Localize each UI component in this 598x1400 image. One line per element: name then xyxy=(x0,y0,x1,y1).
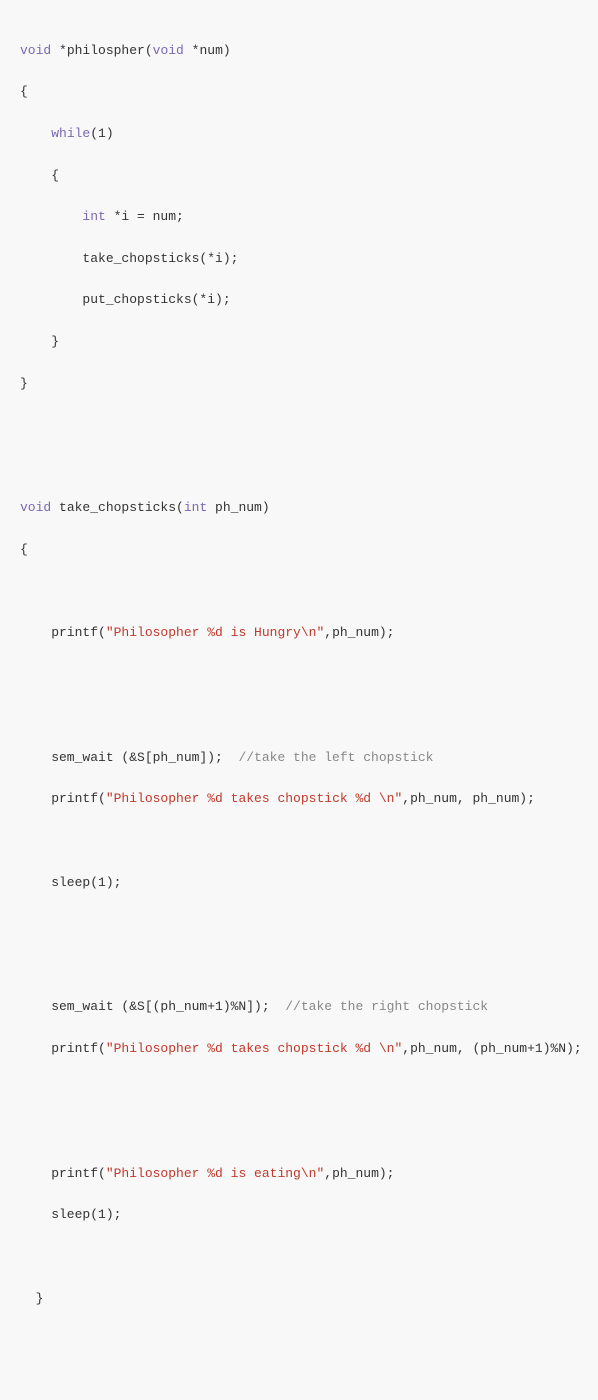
line-10 xyxy=(20,415,578,436)
line-3: while(1) xyxy=(20,124,578,145)
line-19: printf("Philosopher %d takes chopstick %… xyxy=(20,789,578,810)
line-27 xyxy=(20,1122,578,1143)
line-18: sem_wait (&S[ph_num]); //take the left c… xyxy=(20,748,578,769)
line-14 xyxy=(20,582,578,603)
line-13: { xyxy=(20,540,578,561)
line-30 xyxy=(20,1247,578,1268)
line-6: take_chopsticks(*i); xyxy=(20,249,578,270)
line-21: sleep(1); xyxy=(20,873,578,894)
line-15: printf("Philosopher %d is Hungry\n",ph_n… xyxy=(20,623,578,644)
line-20 xyxy=(20,831,578,852)
line-31: } xyxy=(20,1289,578,1310)
line-24: sem_wait (&S[(ph_num+1)%N]); //take the … xyxy=(20,997,578,1018)
line-22 xyxy=(20,914,578,935)
line-5: int *i = num; xyxy=(20,207,578,228)
line-17 xyxy=(20,706,578,727)
code-display: void *philospher(void *num) { while(1) {… xyxy=(20,20,578,1400)
line-9: } xyxy=(20,374,578,395)
line-26 xyxy=(20,1081,578,1102)
line-11 xyxy=(20,457,578,478)
line-8: } xyxy=(20,332,578,353)
line-7: put_chopsticks(*i); xyxy=(20,290,578,311)
line-33 xyxy=(20,1372,578,1393)
line-1: void *philospher(void *num) xyxy=(20,41,578,62)
line-16 xyxy=(20,665,578,686)
line-32 xyxy=(20,1330,578,1351)
line-23 xyxy=(20,956,578,977)
line-4: { xyxy=(20,166,578,187)
line-25: printf("Philosopher %d takes chopstick %… xyxy=(20,1039,578,1060)
line-29: sleep(1); xyxy=(20,1205,578,1226)
line-12: void take_chopsticks(int ph_num) xyxy=(20,498,578,519)
line-2: { xyxy=(20,82,578,103)
line-28: printf("Philosopher %d is eating\n",ph_n… xyxy=(20,1164,578,1185)
